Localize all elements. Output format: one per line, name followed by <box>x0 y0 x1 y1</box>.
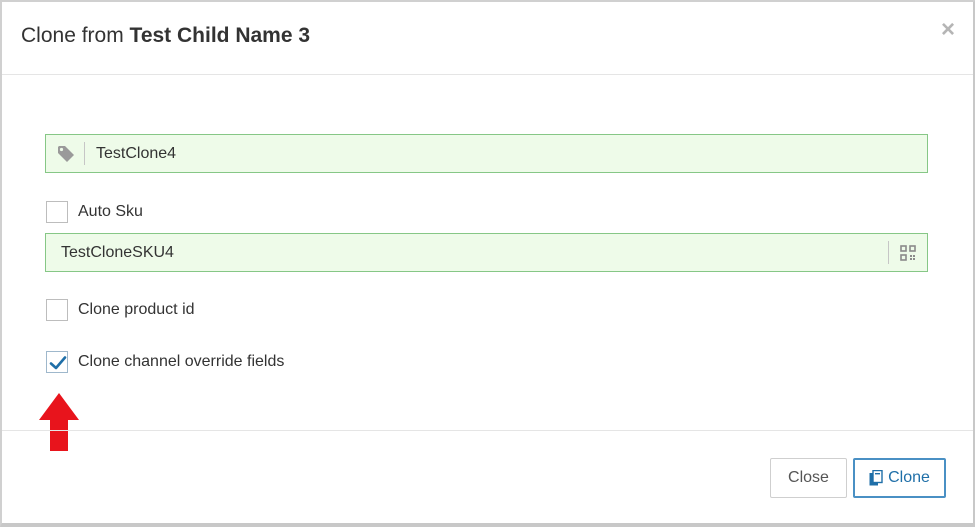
close-button-label: Close <box>788 469 829 486</box>
clone-button[interactable]: Clone <box>853 458 946 498</box>
close-icon[interactable]: × <box>941 18 955 42</box>
copy-icon <box>869 470 883 486</box>
clone-override-option[interactable]: Clone channel override fields <box>46 350 284 374</box>
qr-code-icon[interactable] <box>888 234 927 271</box>
sku-field-value: TestCloneSKU4 <box>61 244 174 261</box>
tag-icon <box>46 135 85 172</box>
close-button[interactable]: Close <box>770 458 847 498</box>
name-field-value: TestClone4 <box>96 145 177 162</box>
clone-override-label: Clone channel override fields <box>78 353 285 370</box>
dialog-title: Clone from Test Child Name 3 <box>21 24 310 48</box>
red-arrow-annotation-icon <box>39 393 79 451</box>
clone-product-id-option[interactable]: Clone product id <box>46 298 195 322</box>
clone-product-id-label: Clone product id <box>78 301 195 318</box>
clone-dialog: Clone from Test Child Name 3 × TestClone… <box>0 0 975 527</box>
dialog-title-prefix: Clone from <box>21 24 124 47</box>
checkmark-icon <box>49 356 67 370</box>
sku-field[interactable]: TestCloneSKU4 <box>45 233 928 272</box>
dialog-footer-divider <box>2 430 973 431</box>
auto-sku-option[interactable]: Auto Sku <box>46 200 143 224</box>
dialog-title-name: Test Child Name 3 <box>129 24 311 47</box>
clone-override-checkbox[interactable] <box>46 351 68 373</box>
clone-button-label: Clone <box>888 469 930 486</box>
dialog-header: Clone from Test Child Name 3 × <box>2 2 973 75</box>
name-field[interactable]: TestClone4 <box>45 134 928 173</box>
auto-sku-checkbox[interactable] <box>46 201 68 223</box>
auto-sku-label: Auto Sku <box>78 203 143 220</box>
clone-product-id-checkbox[interactable] <box>46 299 68 321</box>
